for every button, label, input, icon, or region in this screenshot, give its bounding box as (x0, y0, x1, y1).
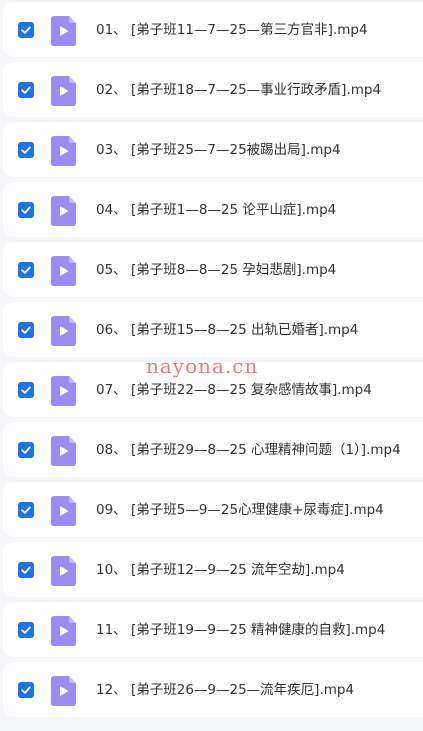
video-file-icon (51, 316, 76, 346)
file-name: 11、 [弟子班19—9—25 精神健康的自救].mp4 (96, 622, 386, 638)
file-checkbox[interactable] (18, 682, 34, 698)
file-row[interactable]: 01、 [弟子班11—7—25—第三方官非].mp4 (3, 2, 423, 57)
file-name: 07、 [弟子班22—8—25 复杂感情故事].mp4 (96, 382, 372, 398)
video-file-icon (51, 196, 76, 226)
file-name: 04、 [弟子班1—8—25 论平山症].mp4 (96, 202, 337, 218)
file-row[interactable]: 05、 [弟子班8—8—25 孕妇悲剧].mp4 (3, 242, 423, 297)
file-checkbox[interactable] (18, 142, 34, 158)
file-checkbox[interactable] (18, 502, 34, 518)
file-row[interactable]: 04、 [弟子班1—8—25 论平山症].mp4 (3, 182, 423, 237)
video-file-icon (51, 676, 76, 706)
file-row[interactable]: 11、 [弟子班19—9—25 精神健康的自救].mp4 (3, 602, 423, 657)
file-name: 12、 [弟子班26—9—25—流年疾厄].mp4 (96, 682, 355, 698)
file-checkbox[interactable] (18, 562, 34, 578)
file-name: 05、 [弟子班8—8—25 孕妇悲剧].mp4 (96, 262, 337, 278)
file-name: 03、 [弟子班25—7—25被踢出局].mp4 (96, 142, 341, 158)
file-name: 09、 [弟子班5—9—25心理健康+尿毒症].mp4 (96, 502, 384, 518)
file-checkbox[interactable] (18, 622, 34, 638)
file-checkbox[interactable] (18, 82, 34, 98)
video-file-icon (51, 16, 76, 46)
file-checkbox[interactable] (18, 382, 34, 398)
file-name: 10、 [弟子班12—9—25 流年空劫].mp4 (96, 562, 345, 578)
file-row[interactable]: 06、 [弟子班15—8—25 出轨已婚者].mp4 (3, 302, 423, 357)
file-row[interactable]: 08、 [弟子班29—8—25 心理精神问题（1）].mp4 (3, 422, 423, 477)
file-row[interactable]: 02、 [弟子班18—7—25—事业行政矛盾].mp4 (3, 62, 423, 117)
file-row[interactable]: 09、 [弟子班5—9—25心理健康+尿毒症].mp4 (3, 482, 423, 537)
file-checkbox[interactable] (18, 22, 34, 38)
file-name: 01、 [弟子班11—7—25—第三方官非].mp4 (96, 22, 368, 38)
file-name: 06、 [弟子班15—8—25 出轨已婚者].mp4 (96, 322, 359, 338)
file-row[interactable]: 10、 [弟子班12—9—25 流年空劫].mp4 (3, 542, 423, 597)
watermark: nayona.cn (146, 354, 259, 378)
file-checkbox[interactable] (18, 262, 34, 278)
video-file-icon (51, 136, 76, 166)
file-name: 08、 [弟子班29—8—25 心理精神问题（1）].mp4 (96, 442, 401, 458)
file-checkbox[interactable] (18, 202, 34, 218)
file-row[interactable]: 12、 [弟子班26—9—25—流年疾厄].mp4 (3, 662, 423, 717)
video-file-icon (51, 496, 76, 526)
video-file-icon (51, 436, 76, 466)
file-row[interactable]: 03、 [弟子班25—7—25被踢出局].mp4 (3, 122, 423, 177)
video-file-icon (51, 556, 76, 586)
file-checkbox[interactable] (18, 442, 34, 458)
video-file-icon (51, 376, 76, 406)
video-file-icon (51, 76, 76, 106)
file-checkbox[interactable] (18, 322, 34, 338)
video-file-icon (51, 256, 76, 286)
file-name: 02、 [弟子班18—7—25—事业行政矛盾].mp4 (96, 82, 382, 98)
video-file-icon (51, 616, 76, 646)
